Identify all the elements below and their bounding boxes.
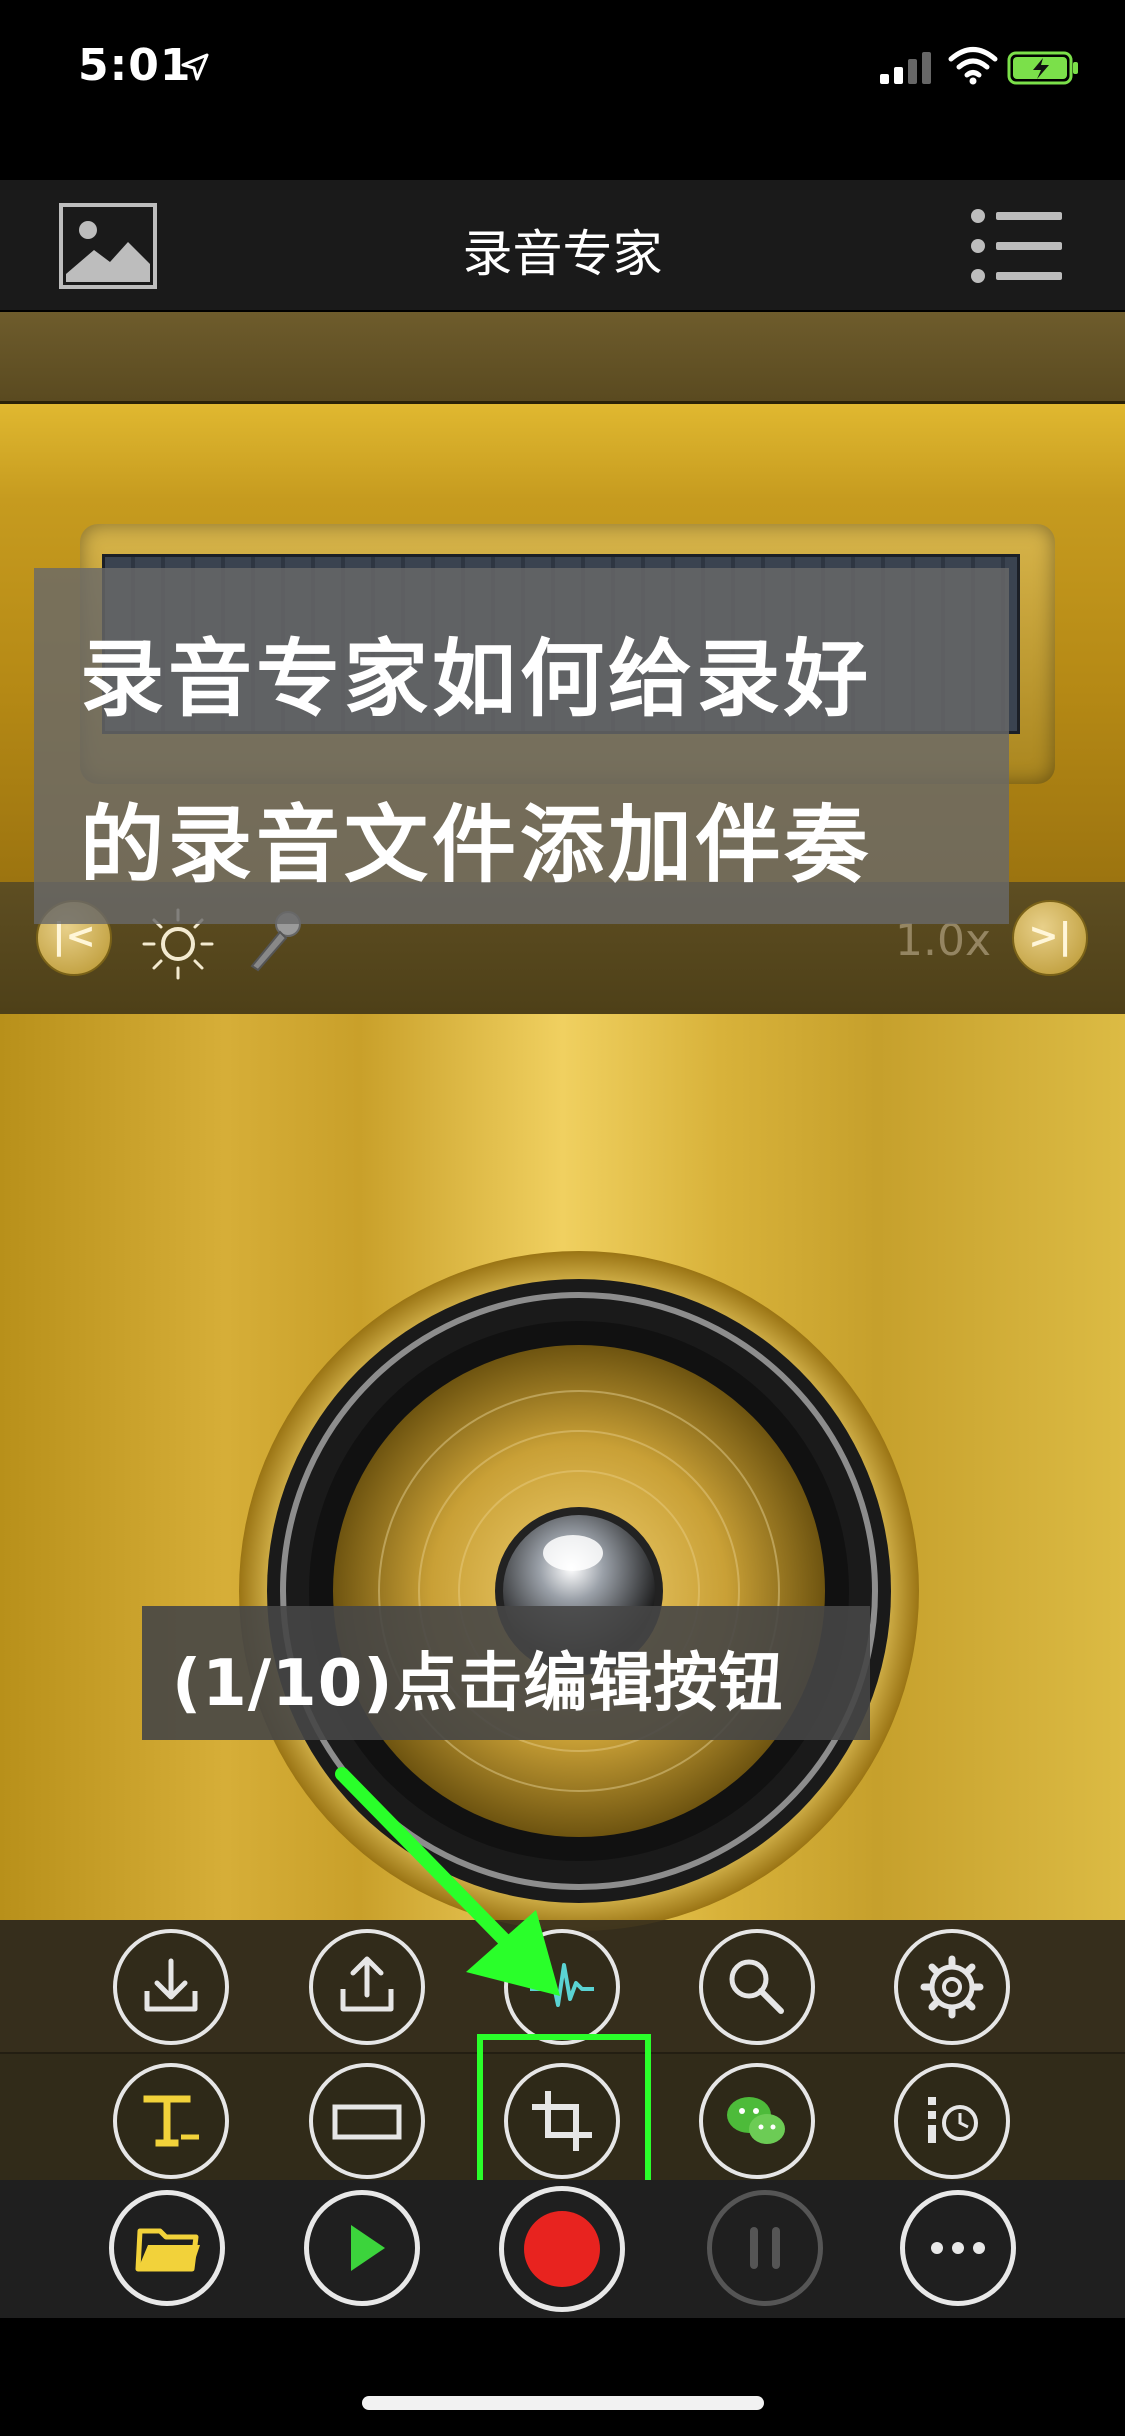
cellular-signal-icon	[880, 52, 931, 84]
rectangle-button[interactable]	[309, 2063, 425, 2179]
overlay-title-line-1: 录音专家如何给录好	[80, 630, 873, 728]
settings-button[interactable]	[894, 1929, 1010, 2045]
play-icon	[351, 2225, 385, 2271]
wechat-button[interactable]	[699, 2063, 815, 2179]
arrow-pointer-icon	[335, 1767, 560, 1996]
search-icon	[729, 1959, 784, 2014]
hint-text: (1/10)点击编辑按钮	[172, 1647, 784, 1721]
rectangle-icon	[332, 2104, 402, 2140]
pause-button[interactable]	[707, 2190, 823, 2306]
play-button[interactable]	[304, 2190, 420, 2306]
location-arrow-icon	[181, 53, 209, 81]
download-button[interactable]	[113, 1929, 229, 2045]
timer-list-button[interactable]	[894, 2063, 1010, 2179]
timer-list-icon	[928, 2097, 978, 2143]
folder-button[interactable]	[109, 2190, 225, 2306]
decorative-strip	[0, 312, 1125, 404]
overlay-title-line-2: 的录音文件添加伴奏	[80, 796, 873, 894]
bottom-safe-area	[0, 2318, 1125, 2436]
more-icon	[931, 2242, 985, 2254]
record-icon	[524, 2211, 600, 2287]
folder-icon	[135, 2228, 200, 2272]
record-button[interactable]	[499, 2186, 625, 2312]
more-button[interactable]	[900, 2190, 1016, 2306]
skip-forward-button[interactable]: >|	[1012, 900, 1088, 976]
text-button[interactable]	[113, 2063, 229, 2179]
nav-bar: 录音专家	[0, 180, 1125, 312]
skip-forward-icon: >|	[1028, 916, 1072, 957]
pause-icon	[750, 2227, 780, 2269]
status-time: 5:01	[78, 40, 192, 91]
battery-charging-icon	[1007, 51, 1078, 85]
text-icon	[143, 2095, 199, 2147]
home-indicator[interactable]	[362, 2396, 764, 2410]
menu-list-icon[interactable]	[968, 206, 1064, 286]
status-bar: 5:01	[0, 0, 1125, 180]
wifi-icon	[948, 47, 998, 85]
page-title: 录音专家	[462, 225, 663, 283]
wechat-icon	[727, 2097, 785, 2144]
search-button[interactable]	[699, 1929, 815, 2045]
settings-icon	[920, 1955, 984, 2019]
download-icon	[144, 1958, 198, 2012]
